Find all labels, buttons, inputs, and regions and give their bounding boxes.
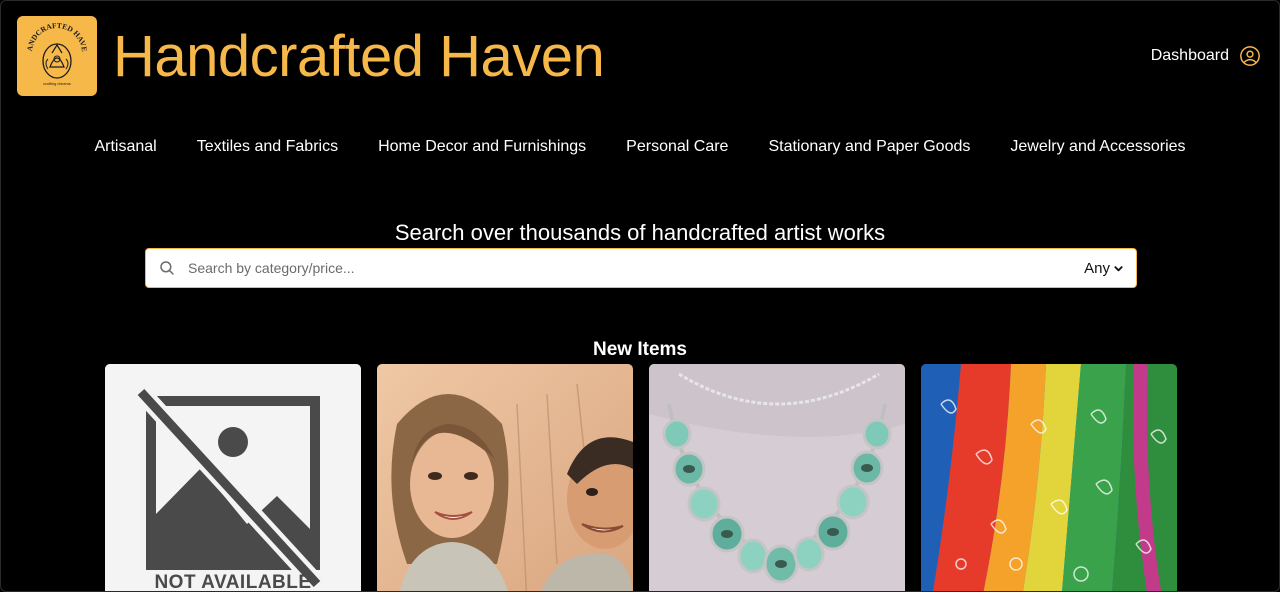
chevron-down-icon [1113, 263, 1124, 274]
image-not-available-icon [105, 364, 361, 591]
nav-item-jewelry[interactable]: Jewelry and Accessories [1010, 138, 1185, 156]
svg-text:crafting dreams: crafting dreams [43, 81, 71, 86]
not-available-caption: NOT AVAILABLE [154, 572, 312, 592]
price-filter-select[interactable]: Any [1084, 260, 1124, 277]
nav-item-home-decor[interactable]: Home Decor and Furnishings [378, 138, 586, 156]
paisley-scarves-image [921, 364, 1177, 591]
category-nav: Artisanal Textiles and Fabrics Home Deco… [1, 138, 1279, 156]
new-items-title: New Items [593, 339, 687, 360]
nav-item-stationary[interactable]: Stationary and Paper Goods [768, 138, 970, 156]
dashboard-link[interactable]: Dashboard [1151, 45, 1261, 67]
nav-item-artisanal[interactable]: Artisanal [94, 138, 156, 156]
search-heading: Search over thousands of handcrafted art… [394, 220, 886, 245]
app-window: HANDCRAFTED HAVEN crafting dreams Handcr… [0, 0, 1280, 592]
nav-item-personal-care[interactable]: Personal Care [626, 138, 728, 156]
item-card[interactable] [377, 364, 633, 591]
turquoise-necklace-image [649, 364, 905, 591]
price-filter-value: Any [1084, 259, 1110, 277]
user-circle-icon[interactable] [1239, 45, 1261, 67]
search-input[interactable] [188, 260, 1085, 276]
new-items-grid: NOT AVAILABLE [105, 364, 1177, 592]
dashboard-label: Dashboard [1150, 47, 1229, 64]
item-card[interactable] [649, 364, 905, 591]
item-card[interactable]: NOT AVAILABLE [105, 364, 361, 592]
search-bar: Any [145, 248, 1137, 288]
item-card[interactable] [921, 364, 1177, 591]
logo-emblem-icon: HANDCRAFTED HAVEN crafting dreams [24, 23, 89, 86]
svg-text:HANDCRAFTED HAVEN: HANDCRAFTED HAVEN [24, 23, 89, 52]
brand-title[interactable]: Handcrafted Haven [113, 23, 605, 91]
brand-logo[interactable]: HANDCRAFTED HAVEN crafting dreams [17, 16, 97, 96]
nav-item-textiles[interactable]: Textiles and Fabrics [197, 138, 338, 156]
portrait-sketch-image [377, 364, 633, 591]
search-icon [158, 259, 176, 277]
